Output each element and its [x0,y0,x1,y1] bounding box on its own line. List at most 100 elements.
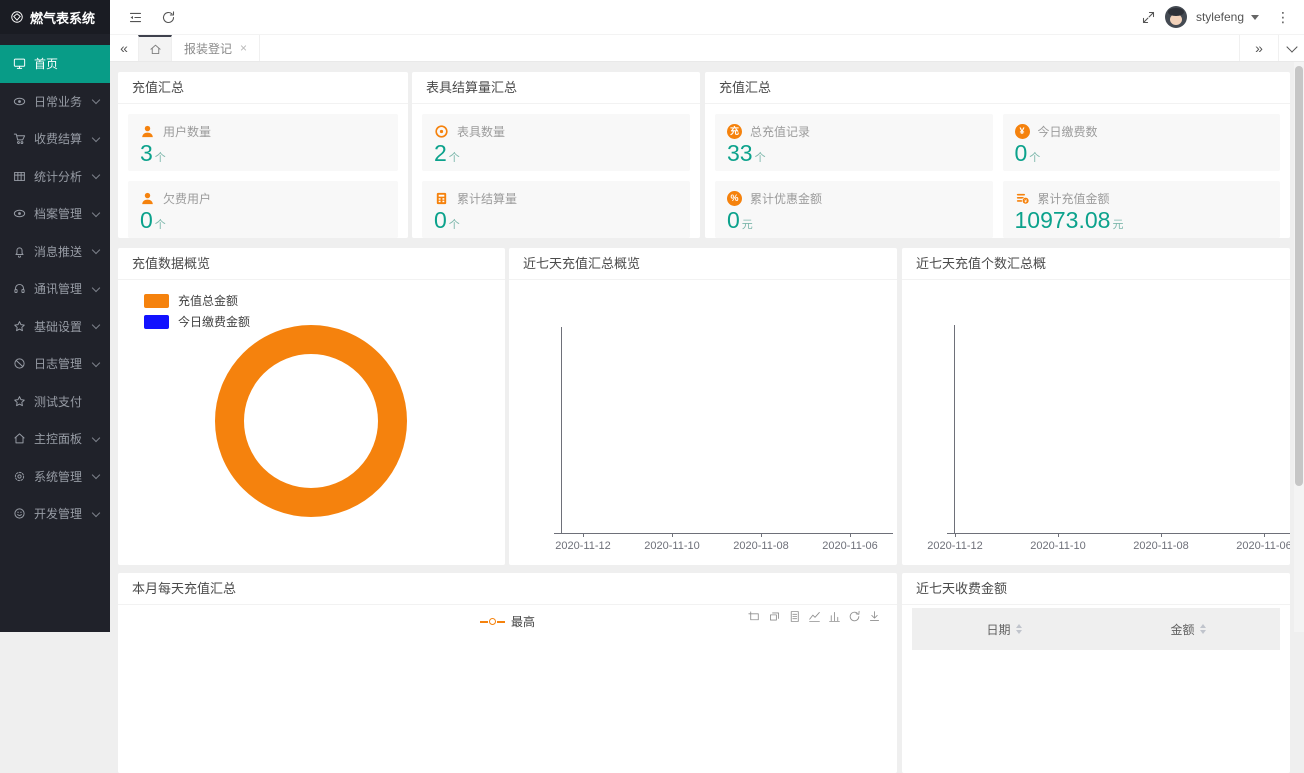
cart-icon [13,132,26,145]
smile-icon [13,507,26,520]
card-title: 表具结算量汇总 [412,72,700,104]
stat-value: 3 [140,140,153,166]
card-title: 充值数据概览 [118,248,505,280]
stat-value: 0 [140,207,153,233]
eye-icon [13,207,26,220]
sidebar-item-label: 基础设置 [34,318,82,335]
bell-icon [13,245,26,258]
menu-fold-icon[interactable] [128,10,143,25]
sidebar-item-test-payment[interactable]: 测试支付 [0,383,110,421]
chevron-down-icon [92,359,100,367]
chevron-down-icon [1286,41,1297,52]
stat-label: 表具数量 [457,123,505,140]
stat-value: 0 [1015,140,1028,166]
bar-type-icon[interactable] [828,610,841,623]
tabs-scroll-right-button[interactable]: » [1239,35,1278,61]
sidebar-item-home[interactable]: 首页 [0,45,110,83]
gear-icon [13,470,26,483]
stat-unit: 个 [449,152,460,164]
sidebar-item-communication[interactable]: 通讯管理 [0,270,110,308]
chevron-down-icon [92,434,100,442]
sidebar-item-daily-business[interactable]: 日常业务 [0,83,110,121]
house-icon [149,43,162,56]
close-icon[interactable]: × [240,42,247,54]
sort-icon[interactable] [1200,624,1206,634]
stat-label: 累计充值金额 [1038,190,1110,207]
stat-label: 累计优惠金额 [750,190,822,207]
sidebar-item-basic-settings[interactable]: 基础设置 [0,308,110,346]
sidebar-item-label: 收费结算 [34,130,82,147]
monitor-icon [13,57,26,70]
save-image-icon[interactable] [868,610,881,623]
sidebar-item-statistics[interactable]: 统计分析 [0,158,110,196]
tab-baozhuang-dengji[interactable]: 报装登记 × [172,35,260,61]
stat-unit: 元 [742,219,753,231]
stat-unit: 个 [155,152,166,164]
stat-value: 33 [727,140,753,166]
x-tick-label: 2020-11-12 [548,540,618,552]
header-right: stylefeng ⋮ [1141,6,1290,28]
yuan-icon: ¥ [1015,124,1030,139]
stat-tile-meter-count: 表具数量 2个 [422,114,690,171]
percent-icon: % [727,191,742,206]
coins-icon: ¥ [1015,191,1030,206]
recharge-7day-count-chart-card: 近七天充值个数汇总概 2020-11-12 2020-11-10 2020-11… [902,248,1290,565]
eye-icon [13,95,26,108]
data-view-icon[interactable] [788,610,801,623]
gas-logo-icon [10,10,24,24]
line-type-icon[interactable] [808,610,821,623]
stat-tile-user-count: 用户数量 3个 [128,114,398,171]
sidebar-item-log-management[interactable]: 日志管理 [0,345,110,383]
column-header-amount[interactable]: 金额 [1096,608,1280,650]
sidebar-item-label: 统计分析 [34,168,82,185]
sidebar-item-fee-settlement[interactable]: 收费结算 [0,120,110,158]
home-icon [13,432,26,445]
sidebar-item-system-management[interactable]: 系统管理 [0,458,110,496]
tabs-menu-button[interactable] [1278,35,1304,61]
card-title: 近七天收费金额 [902,573,1290,605]
more-dots-icon[interactable]: ⋮ [1276,9,1290,26]
tab-home[interactable] [138,35,172,61]
sidebar-item-label: 测试支付 [34,393,82,410]
restore-icon[interactable] [848,610,861,623]
sidebar-item-main-panel[interactable]: 主控面板 [0,420,110,458]
tab-bar: « 报装登记 × » [110,34,1304,62]
x-tick-label: 2020-11-10 [1023,540,1093,552]
x-tick-label: 2020-11-10 [637,540,707,552]
stat-unit: 元 [1112,219,1123,231]
card-title: 近七天充值个数汇总概 [902,248,1290,280]
sidebar-item-label: 开发管理 [34,505,82,522]
table-header-row: 日期 金额 [912,608,1280,650]
sidebar-menu: 首页 日常业务 收费结算 统计分析 档案管理 消息推送 [0,34,110,533]
globe-icon [13,357,26,370]
column-header-date[interactable]: 日期 [912,608,1096,650]
sidebar-item-archives[interactable]: 档案管理 [0,195,110,233]
legend-label: 最高 [511,613,535,630]
app-title: 燃气表系统 [30,8,95,27]
recharge-overview-donut-card: 充值数据概览 充值总金额 今日缴费金额 [118,248,505,565]
avatar[interactable] [1165,6,1187,28]
scrollbar-thumb[interactable] [1295,66,1303,486]
data-zoom-icon[interactable] [748,610,761,623]
sidebar-item-dev-management[interactable]: 开发管理 [0,495,110,533]
vertical-scrollbar [1294,62,1304,632]
card-title: 充值汇总 [705,72,1290,104]
refresh-icon[interactable] [161,10,176,25]
top-header: stylefeng ⋮ [110,0,1304,34]
stat-label: 今日缴费数 [1038,123,1098,140]
username[interactable]: stylefeng [1196,10,1244,24]
sort-icon[interactable] [1016,624,1022,634]
sidebar-item-label: 首页 [34,55,58,72]
tab-label: 报装登记 [184,40,232,57]
stat-label: 累计结算量 [457,190,517,207]
stat-tile-total-recharge-records: 充 总充值记录 33个 [715,114,993,171]
fullscreen-icon[interactable] [1141,10,1156,25]
column-label: 金额 [1170,621,1194,638]
zoom-reset-icon[interactable] [768,610,781,623]
tabs-scroll-left-button[interactable]: « [110,35,138,61]
fee-7day-table-card: 近七天收费金额 日期 金额 [902,573,1290,773]
caret-down-icon[interactable] [1251,15,1259,20]
svg-text:¥: ¥ [1024,198,1027,203]
sidebar-item-message-push[interactable]: 消息推送 [0,233,110,271]
stat-tile-total-recharge-amount: ¥ 累计充值金额 10973.08元 [1003,181,1281,238]
